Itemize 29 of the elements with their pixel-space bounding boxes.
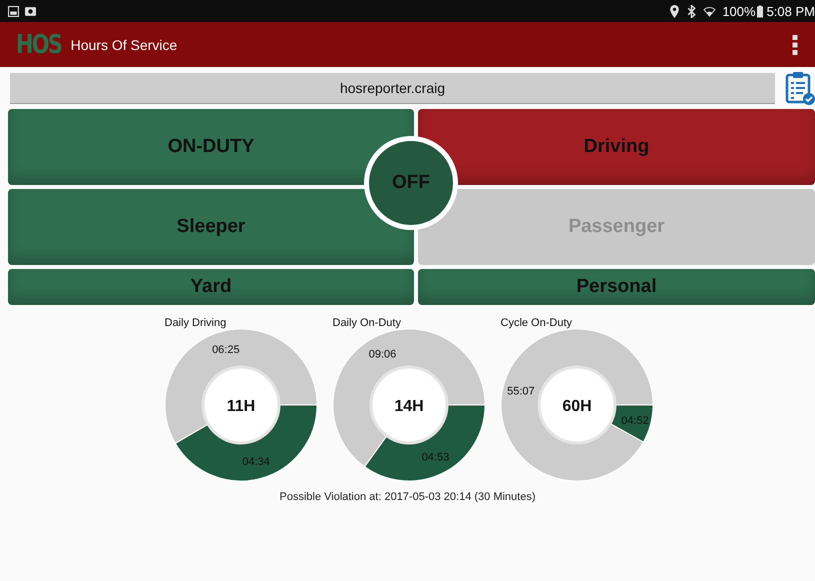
image-icon [8,6,19,16]
gauge-title: Daily Driving [164,317,226,329]
limit-label: 11H [226,398,255,415]
gauge-title: Cycle On-Duty [500,317,572,329]
app-logo: HOS [16,30,62,60]
battery-icon [756,4,763,18]
clock-time: 5:08 PM [766,4,815,18]
bluetooth-icon [686,4,698,18]
battery-percent: 100% [722,4,756,18]
limit-label: 60H [562,398,592,415]
gauge-title: Daily On-Duty [332,317,401,329]
limit-label: 14H [394,398,424,415]
value-label: 04:53 [421,452,449,464]
camera-icon [25,6,36,16]
clipboard-check-icon[interactable] [785,71,815,105]
duty-status-button[interactable]: Sleeper [8,189,414,265]
duty-status-button[interactable]: Yard [8,269,414,305]
value-label: 06:25 [212,344,240,356]
value-label: 04:52 [620,415,648,428]
value-label: 55:07 [506,385,534,398]
value-label: 09:06 [368,348,396,360]
value-label: 04:34 [242,456,270,468]
duty-status-button[interactable]: Personal [418,269,815,305]
wifi-icon [703,6,716,16]
app-title: Hours Of Service [70,36,178,52]
username-field: hosreporter.craig [10,72,775,104]
violation-notice: Possible Violation at: 2017-05-03 20:14 (30 Minutes) [278,491,536,503]
location-icon [669,4,680,18]
menu-icon[interactable] [791,34,799,54]
